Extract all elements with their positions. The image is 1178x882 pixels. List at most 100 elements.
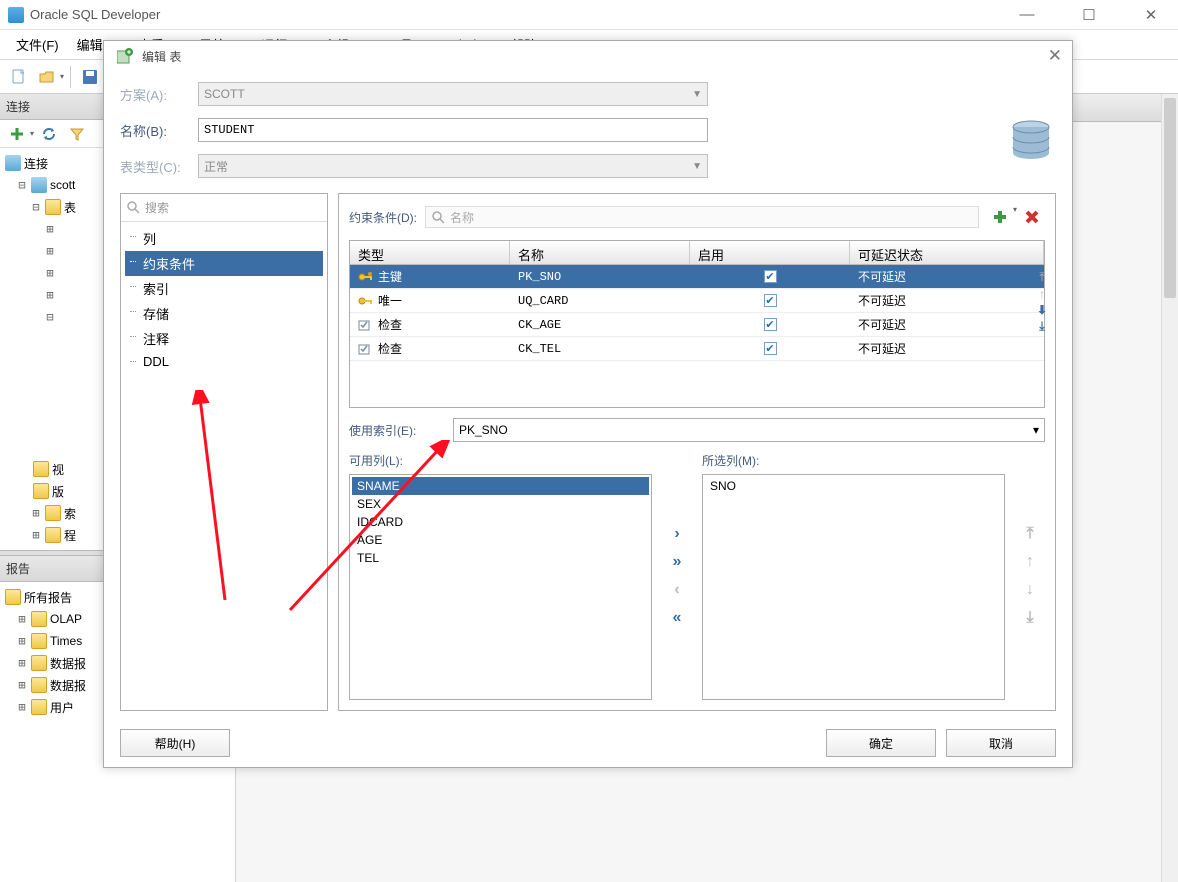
- dropdown-arrow-icon[interactable]: ▾: [1013, 205, 1017, 229]
- tree-tables[interactable]: 表: [64, 199, 76, 216]
- tree-item[interactable]: 程: [64, 527, 76, 544]
- filter-icon[interactable]: [65, 122, 89, 146]
- use-index-select[interactable]: PK_SNO▾: [453, 418, 1045, 442]
- move-up-icon[interactable]: ↑: [1026, 553, 1034, 571]
- enabled-checkbox[interactable]: ✔: [764, 342, 777, 355]
- move-right-icon[interactable]: ›: [674, 525, 679, 543]
- report-item[interactable]: 数据报: [50, 677, 86, 694]
- constraint-row[interactable]: 检查CK_AGE✔不可延迟: [350, 313, 1044, 337]
- available-columns-list[interactable]: SNAMESEXIDCARDAGETEL: [349, 474, 652, 700]
- collapse-icon[interactable]: ⊟: [16, 178, 28, 192]
- move-bottom-icon[interactable]: ⤓: [1039, 319, 1044, 334]
- menu-file[interactable]: 文件(F): [8, 31, 67, 58]
- scrollbar-thumb[interactable]: [1164, 98, 1176, 298]
- tree-item[interactable]: 视: [52, 461, 64, 478]
- move-all-left-icon[interactable]: «: [673, 609, 682, 627]
- name-label: 名称(B):: [120, 121, 190, 140]
- nav-comment[interactable]: 注释: [125, 326, 323, 351]
- folder-icon: [45, 527, 61, 543]
- report-item[interactable]: Times: [50, 634, 82, 648]
- dialog-close-icon[interactable]: ✕: [1048, 46, 1062, 66]
- report-item[interactable]: 用户: [50, 699, 74, 716]
- refresh-icon[interactable]: [37, 122, 61, 146]
- collapse-icon[interactable]: ⊟: [44, 310, 56, 324]
- schema-icon: [31, 177, 47, 193]
- move-top-icon[interactable]: ⤒: [1039, 270, 1044, 285]
- expand-icon[interactable]: ⊞: [30, 528, 42, 542]
- enabled-checkbox[interactable]: ✔: [764, 294, 777, 307]
- dropdown-arrow-icon[interactable]: ▾: [30, 129, 34, 138]
- maximize-button[interactable]: ☐: [1070, 3, 1108, 27]
- expand-icon[interactable]: ⊞: [16, 612, 28, 626]
- tree-root[interactable]: 连接: [24, 155, 48, 172]
- expand-icon[interactable]: ⊞: [16, 656, 28, 670]
- expand-icon[interactable]: ⊞: [44, 244, 56, 258]
- close-button[interactable]: ✕: [1132, 3, 1170, 27]
- enabled-checkbox[interactable]: ✔: [764, 318, 777, 331]
- expand-icon[interactable]: ⊞: [30, 506, 42, 520]
- move-top-icon[interactable]: ⤒: [1026, 525, 1033, 543]
- database-icon: [5, 155, 21, 171]
- constraint-filter-input[interactable]: 名称: [425, 206, 979, 228]
- ok-button[interactable]: 确定: [826, 729, 936, 757]
- expand-icon[interactable]: ⊞: [44, 266, 56, 280]
- dropdown-arrow-icon[interactable]: ▾: [60, 72, 64, 81]
- report-item[interactable]: 数据报: [50, 655, 86, 672]
- col-enable[interactable]: 启用: [690, 241, 850, 264]
- move-left-icon[interactable]: ‹: [674, 581, 679, 599]
- expand-icon[interactable]: ⊞: [16, 634, 28, 648]
- nav-index[interactable]: 索引: [125, 276, 323, 301]
- available-label: 可用列(L):: [349, 452, 652, 474]
- nav-storage[interactable]: 存储: [125, 301, 323, 326]
- dialog-title-bar[interactable]: 编辑 表 ✕: [104, 41, 1072, 71]
- selected-columns-list[interactable]: SNO: [702, 474, 1005, 700]
- add-constraint-icon[interactable]: [988, 205, 1012, 229]
- available-column[interactable]: SEX: [352, 495, 649, 513]
- add-connection-icon[interactable]: [5, 122, 29, 146]
- tree-schema[interactable]: scott: [50, 178, 75, 192]
- tree-item[interactable]: 版: [52, 483, 64, 500]
- move-all-right-icon[interactable]: »: [673, 553, 682, 571]
- available-column[interactable]: SNAME: [352, 477, 649, 495]
- col-defer[interactable]: 可延迟状态: [850, 241, 1044, 264]
- move-up-icon[interactable]: ↑: [1039, 287, 1045, 301]
- vertical-scrollbar[interactable]: [1161, 94, 1178, 882]
- nav-ddl[interactable]: DDL: [125, 351, 323, 372]
- col-type[interactable]: 类型: [350, 241, 510, 264]
- nav-search[interactable]: 搜索: [121, 194, 327, 222]
- name-input[interactable]: [198, 118, 708, 142]
- dialog-lower: 搜索 列 约束条件 索引 存储 注释 DDL 约束条件(D): 名称: [120, 193, 1056, 711]
- move-down-icon[interactable]: ⬇: [1037, 303, 1047, 317]
- reports-root[interactable]: 所有报告: [24, 589, 72, 606]
- enabled-checkbox[interactable]: ✔: [764, 270, 777, 283]
- expand-icon[interactable]: ⊞: [16, 700, 28, 714]
- selected-column[interactable]: SNO: [705, 477, 1002, 495]
- expand-icon[interactable]: ⊞: [44, 288, 56, 302]
- move-bottom-icon[interactable]: ⤓: [1026, 609, 1033, 627]
- available-column[interactable]: IDCARD: [352, 513, 649, 531]
- col-name[interactable]: 名称: [510, 241, 690, 264]
- expand-icon[interactable]: ⊞: [16, 678, 28, 692]
- constraints-grid[interactable]: 类型 名称 启用 可延迟状态 主键PK_SNO✔不可延迟唯一UQ_CARD✔不可…: [349, 240, 1045, 408]
- new-icon[interactable]: [7, 65, 31, 89]
- minimize-button[interactable]: —: [1008, 3, 1046, 27]
- nav-columns[interactable]: 列: [125, 226, 323, 251]
- available-column[interactable]: AGE: [352, 531, 649, 549]
- open-icon[interactable]: [35, 65, 59, 89]
- save-icon[interactable]: [78, 65, 102, 89]
- help-button[interactable]: 帮助(H): [120, 729, 230, 757]
- available-column[interactable]: TEL: [352, 549, 649, 567]
- constraint-row[interactable]: 唯一UQ_CARD✔不可延迟: [350, 289, 1044, 313]
- constraint-row[interactable]: 检查CK_TEL✔不可延迟: [350, 337, 1044, 361]
- shuttle-buttons: › » ‹ «: [662, 452, 692, 700]
- tree-item[interactable]: 索: [64, 505, 76, 522]
- collapse-icon[interactable]: ⊟: [30, 200, 42, 214]
- table-icon: [59, 243, 75, 259]
- constraint-row[interactable]: 主键PK_SNO✔不可延迟: [350, 265, 1044, 289]
- delete-constraint-icon[interactable]: [1020, 205, 1044, 229]
- cancel-button[interactable]: 取消: [946, 729, 1056, 757]
- move-down-icon[interactable]: ↓: [1026, 581, 1034, 599]
- nav-constraints[interactable]: 约束条件: [125, 251, 323, 276]
- report-item[interactable]: OLAP: [50, 612, 82, 626]
- expand-icon[interactable]: ⊞: [44, 222, 56, 236]
